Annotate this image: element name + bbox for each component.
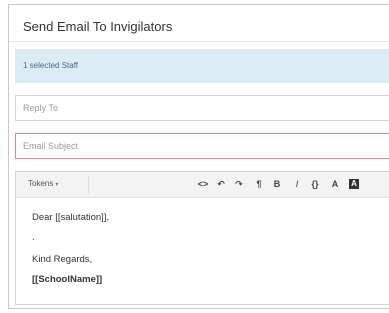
- body-line-greeting: Dear [[salutation]],: [32, 212, 110, 223]
- email-subject-field[interactable]: Email Subject: [15, 133, 389, 159]
- recipients-summary: 1 selected Staff: [23, 61, 78, 70]
- send-email-modal: Send Email To Invigilators 1 selected St…: [8, 4, 389, 309]
- chevron-down-icon: ▾: [55, 182, 59, 188]
- code-view-icon[interactable]: <>: [196, 178, 210, 190]
- email-subject-placeholder: Email Subject: [23, 141, 79, 151]
- paragraph-format-icon[interactable]: ¶: [252, 178, 266, 190]
- title-divider: [9, 41, 389, 42]
- undo-icon[interactable]: ↶: [214, 178, 228, 190]
- modal-title: Send Email To Invigilators: [23, 19, 173, 34]
- body-line-school-name: [[SchoolName]]: [32, 274, 103, 285]
- bold-icon[interactable]: B: [270, 178, 284, 190]
- tokens-dropdown[interactable]: Tokens ▾: [28, 179, 58, 188]
- redo-icon[interactable]: ↷: [232, 178, 246, 190]
- italic-icon[interactable]: I: [290, 178, 304, 190]
- email-body-editor[interactable]: Tokens ▾ <> ↶ ↷ ¶ B I {} A A Dear [[salut…: [15, 171, 389, 305]
- font-color-icon[interactable]: A: [328, 178, 342, 190]
- body-line-signoff: Kind Regards,: [32, 254, 93, 265]
- highlight-color-icon[interactable]: A: [349, 179, 359, 189]
- editor-toolbar: Tokens ▾ <> ↶ ↷ ¶ B I {} A A: [16, 172, 389, 198]
- recipients-info-bar: 1 selected Staff: [15, 49, 389, 83]
- reply-to-placeholder: Reply To: [23, 103, 58, 113]
- reply-to-field[interactable]: Reply To: [15, 95, 389, 121]
- code-icon[interactable]: {}: [308, 178, 322, 190]
- body-line-content: .: [32, 232, 35, 243]
- toolbar-divider: [88, 176, 89, 194]
- tokens-label: Tokens: [28, 179, 54, 188]
